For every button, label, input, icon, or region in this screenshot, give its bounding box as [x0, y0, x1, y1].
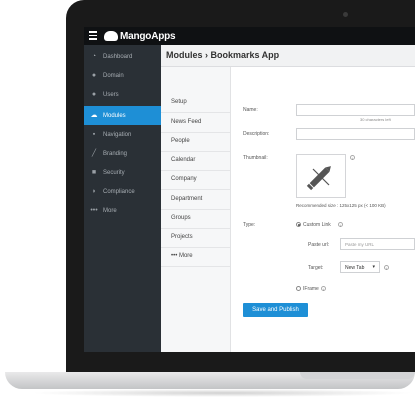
sidebar-item-security[interactable]: ■ Security	[84, 163, 161, 182]
laptop-shadow	[30, 389, 415, 397]
custom-link-label: Custom Link	[303, 222, 331, 228]
mango-logo-icon	[104, 31, 118, 41]
custom-link-radio[interactable]	[296, 222, 301, 227]
dots-icon: •••	[90, 206, 98, 214]
sidebar-item-more[interactable]: ••• More	[84, 201, 161, 220]
brush-icon: ╱	[91, 149, 97, 157]
submenu-item-department[interactable]: Department	[161, 190, 230, 210]
app-logo[interactable]: MangoApps	[104, 29, 176, 43]
user-icon: ●	[91, 90, 97, 98]
laptop-camera	[343, 12, 348, 17]
bookmarks-form: Name: 30 characters left Description: Th…	[231, 67, 415, 352]
submenu-item-calendar[interactable]: Calendar	[161, 151, 230, 171]
sidebar-item-branding[interactable]: ╱ Branding	[84, 144, 161, 163]
hamburger-menu-icon[interactable]	[89, 31, 97, 41]
name-label: Name:	[243, 107, 258, 113]
paste-url-label: Paste url:	[308, 242, 330, 248]
top-bar: MangoApps	[84, 27, 415, 45]
sidebar-item-label: Modules	[103, 112, 126, 119]
globe-icon: ●	[91, 71, 97, 79]
sidebar-item-label: Security	[103, 169, 125, 176]
submenu-item-setup[interactable]: Setup	[161, 93, 230, 113]
thumbnail-info-icon[interactable]: i	[350, 155, 355, 161]
chevron-down-icon: ▾	[372, 264, 375, 270]
sidebar-item-domain[interactable]: ● Domain	[84, 66, 161, 85]
edit-pencil-icon	[306, 166, 331, 191]
square-icon: ▪	[92, 130, 96, 138]
submenu-item-more[interactable]: ••• More	[161, 247, 230, 267]
description-input[interactable]	[296, 128, 415, 140]
app-screen: MangoApps ◔ Dashboard ● Domain ● Users ☁…	[84, 27, 415, 352]
thumbnail-size-hint: Recommended size : 125x125 px (< 100 KB)	[296, 203, 386, 208]
name-char-count: 30 characters left	[360, 117, 391, 122]
submenu-item-people[interactable]: People	[161, 132, 230, 152]
save-and-publish-button[interactable]: Save and Publish	[243, 303, 308, 317]
lock-icon: ■	[91, 168, 97, 176]
speedometer-icon: ◔	[91, 52, 97, 60]
laptop-base-notch	[300, 372, 415, 379]
target-info-icon[interactable]: i	[384, 265, 389, 271]
page-title: Modules › Bookmarks App	[166, 50, 280, 60]
sidebar-item-users[interactable]: ● Users	[84, 85, 161, 104]
thumbnail-upload[interactable]	[296, 154, 346, 198]
submenu-item-company[interactable]: Company	[161, 170, 230, 190]
thumbnail-label: Thumbnail:	[243, 155, 268, 161]
sidebar-item-label: Users	[103, 91, 119, 98]
sidebar-item-label: More	[103, 207, 117, 214]
sidebar-item-navigation[interactable]: ▪ Navigation	[84, 125, 161, 144]
target-label: Target:	[308, 265, 324, 271]
iframe-info-icon[interactable]: i	[321, 286, 326, 292]
cloud-icon: ☁	[90, 111, 98, 119]
iframe-label: IFrame	[303, 286, 319, 292]
sidebar-item-label: Compliance	[103, 188, 135, 195]
sidebar-item-label: Branding	[103, 150, 128, 157]
type-label: Type:	[243, 222, 256, 228]
sidebar-item-label: Navigation	[103, 131, 132, 138]
sidebar-item-label: Dashboard	[103, 53, 133, 60]
name-input[interactable]	[296, 104, 415, 116]
shield-icon: ◗	[91, 187, 97, 195]
submenu-item-projects[interactable]: Projects	[161, 228, 230, 248]
sidebar-item-dashboard[interactable]: ◔ Dashboard	[84, 47, 161, 66]
main-sidebar: ◔ Dashboard ● Domain ● Users ☁ Modules ▪…	[84, 45, 165, 352]
module-submenu: Setup News Feed People Calendar Company …	[161, 67, 231, 352]
sidebar-item-label: Domain	[103, 72, 124, 79]
sidebar-item-compliance[interactable]: ◗ Compliance	[84, 182, 161, 201]
description-label: Description:	[243, 131, 270, 137]
custom-link-info-icon[interactable]: i	[338, 222, 343, 228]
iframe-radio[interactable]	[296, 286, 301, 291]
submenu-item-groups[interactable]: Groups	[161, 209, 230, 229]
target-select[interactable]: New Tab ▾	[340, 261, 380, 273]
submenu-item-news-feed[interactable]: News Feed	[161, 113, 230, 133]
page-header: Modules › Bookmarks App	[161, 45, 415, 67]
paste-url-input[interactable]: Paste my URL	[340, 238, 415, 250]
sidebar-item-modules[interactable]: ☁ Modules	[84, 106, 165, 125]
logo-text: MangoApps	[120, 30, 176, 42]
